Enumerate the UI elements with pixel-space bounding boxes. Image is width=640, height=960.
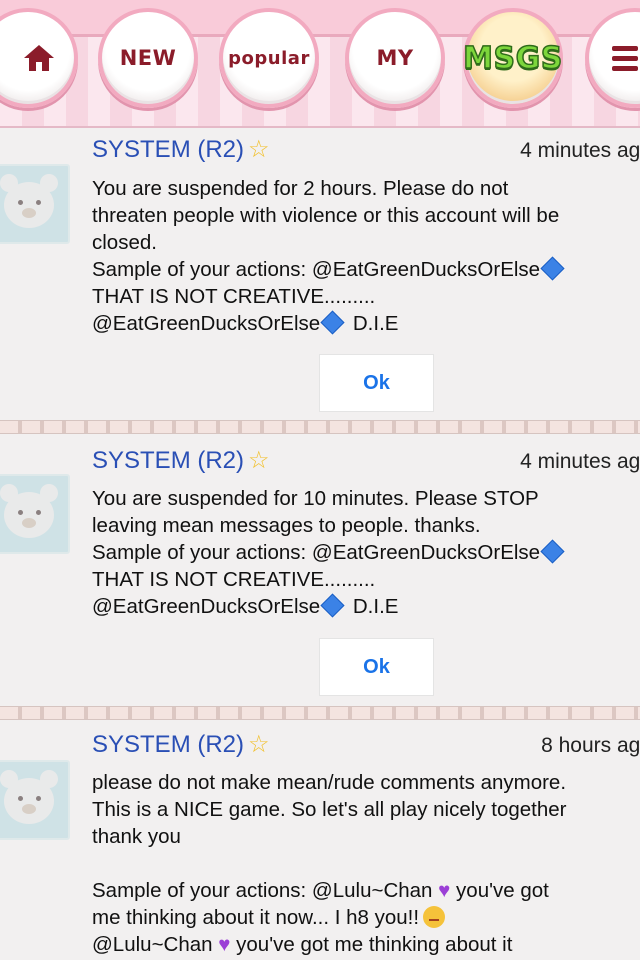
diamond-icon	[540, 256, 565, 281]
message-sender[interactable]: SYSTEM (R2) ☆	[92, 730, 270, 759]
message-text-line: leaving mean messages to people. thanks.	[92, 514, 481, 537]
sender-name: SYSTEM (R2)	[92, 136, 245, 163]
menu-icon	[612, 41, 638, 76]
diamond-icon	[320, 310, 345, 335]
message-text-line: threaten people with violence or this ac…	[92, 204, 560, 227]
message-time: 4 minutes ago	[520, 450, 640, 473]
message-text-line: THAT IS NOT CREATIVE.........	[92, 285, 376, 308]
diamond-icon	[320, 593, 345, 618]
diamond-icon	[540, 539, 565, 564]
message-text-segment: D.I.E	[352, 595, 399, 618]
popular-tab-label: popular	[228, 47, 310, 69]
message-text-segment: D.I.E	[352, 312, 399, 335]
sender-name: SYSTEM (R2)	[92, 731, 245, 758]
message-text-line: You are suspended for 10 minutes. Please…	[92, 487, 539, 510]
message-text-line: thank you	[92, 825, 181, 848]
new-tab-button[interactable]: NEW	[98, 8, 198, 108]
message-divider	[0, 420, 640, 434]
msgs-tab-button[interactable]: MSGS	[462, 8, 563, 108]
message-text-line: Sample of your actions: @Lulu~Chan ♥ you…	[92, 877, 549, 904]
top-nav-bar: NEW popular MY MSGS	[0, 0, 640, 128]
message-text-segment: me thinking about it now... I h8 you!!	[92, 906, 420, 929]
message-text-line: You are suspended for 2 hours. Please do…	[92, 177, 509, 200]
purple-heart-icon: ♥	[432, 879, 457, 902]
star-icon: ☆	[248, 731, 270, 758]
message-text-segment: Sample of your actions: @EatGreenDucksOr…	[92, 258, 541, 281]
message-text-segment: Sample of your actions: @EatGreenDucksOr…	[92, 541, 541, 564]
avatar[interactable]	[0, 164, 70, 244]
message-text-segment: @EatGreenDucksOrElse	[92, 312, 321, 335]
message-text-segment: Sample of your actions: @Lulu~Chan	[92, 879, 433, 902]
message-item: SYSTEM (R2) ☆ 4 minutes ago You are suspe…	[0, 436, 640, 704]
message-text-line: @Lulu~Chan ♥ you've got me thinking abou…	[92, 931, 512, 958]
sender-name: SYSTEM (R2)	[92, 447, 245, 474]
message-text-line: closed.	[92, 231, 157, 254]
message-sender[interactable]: SYSTEM (R2) ☆	[92, 446, 270, 475]
avatar[interactable]	[0, 760, 70, 840]
popular-tab-button[interactable]: popular	[219, 8, 319, 108]
message-text-segment: you've got	[456, 879, 549, 902]
message-item: SYSTEM (R2) ☆ 4 minutes ago You are suspe…	[0, 128, 640, 418]
message-time: 8 hours ago	[541, 734, 640, 757]
new-tab-label: NEW	[119, 46, 177, 70]
message-text-line: me thinking about it now... I h8 you!!	[92, 904, 446, 931]
confounded-face-icon	[423, 906, 446, 928]
msgs-tab-label: MSGS	[462, 40, 563, 77]
message-text-line: @EatGreenDucksOrElse D.I.E	[92, 310, 398, 337]
my-tab-label: MY	[376, 46, 414, 70]
message-item: SYSTEM (R2)☆ 8 hours ago please do not m…	[0, 722, 640, 960]
message-text-line: This is a NICE game. So let's all play n…	[92, 798, 567, 821]
home-icon	[24, 45, 54, 71]
ok-button[interactable]: Ok	[319, 638, 434, 696]
message-time: 4 minutes ago	[520, 139, 640, 162]
star-icon: ☆	[248, 447, 270, 474]
message-text-line: please do not make mean/rude comments an…	[92, 771, 567, 794]
message-divider	[0, 706, 640, 720]
message-text-segment: you've got me thinking about it	[236, 933, 513, 956]
message-text-line: Sample of your actions: @EatGreenDucksOr…	[92, 539, 567, 566]
message-sender[interactable]: SYSTEM (R2) ☆	[92, 135, 270, 164]
purple-heart-icon: ♥	[212, 933, 237, 956]
message-text-line: @EatGreenDucksOrElse D.I.E	[92, 593, 398, 620]
avatar[interactable]	[0, 474, 70, 554]
message-text-line: THAT IS NOT CREATIVE.........	[92, 568, 376, 591]
my-tab-button[interactable]: MY	[345, 8, 445, 108]
message-text-segment: @EatGreenDucksOrElse	[92, 595, 321, 618]
ok-button[interactable]: Ok	[319, 354, 434, 412]
star-icon: ☆	[248, 136, 270, 163]
message-text-line: Sample of your actions: @EatGreenDucksOr…	[92, 256, 567, 283]
message-text-segment: @Lulu~Chan	[92, 933, 213, 956]
